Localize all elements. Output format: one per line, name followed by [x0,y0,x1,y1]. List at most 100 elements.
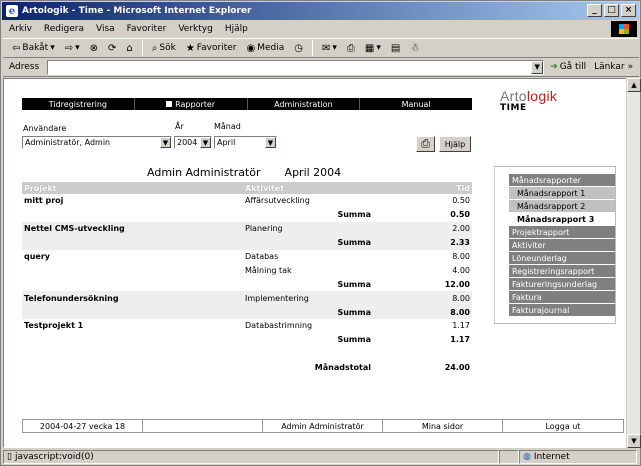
nav-administration[interactable]: Administration [248,98,361,110]
nav-rapporter[interactable]: Rapporter [135,98,248,110]
cell-sum-label: Summa [243,235,373,250]
cell-project: Telefonundersökning [22,291,243,306]
edit-button[interactable]: ▦ ▾ [362,42,384,55]
col-time: Tid [373,182,472,194]
year-label: År [175,122,184,131]
forward-button[interactable]: ⇨ ▾ [62,42,83,55]
menu-redigera[interactable]: Redigera [44,24,84,34]
mail-button[interactable]: ✉ ▾ [319,42,340,55]
address-dropdown-button[interactable]: ▼ [531,60,544,74]
chevron-down-icon: ▼ [267,138,274,147]
close-button[interactable]: × [621,4,636,17]
maximize-button[interactable]: □ [604,4,619,17]
back-button[interactable]: ⇦ Bakåt ▾ [9,42,58,55]
history-button[interactable]: ◷ [291,42,306,55]
scroll-up-button[interactable]: ▲ [627,78,641,92]
mail-icon: ✉ [321,42,331,54]
year-select[interactable]: 2004 ▼ [174,136,212,149]
cell-activity: Databastrimning [245,321,313,331]
chevron-down-icon: ▼ [162,138,169,147]
document-icon: ▤ [390,42,401,54]
table-row: mitt proj Affärsutveckling 0.50 [22,194,472,208]
refresh-button[interactable]: ⟳ [105,42,119,55]
active-square-icon [166,101,173,107]
cell-project [22,208,243,222]
user-dropdown-button[interactable]: ▼ [160,137,171,148]
discuss-button[interactable]: ▤ [388,42,403,55]
messenger-button[interactable]: ☃ [407,42,422,55]
arrow-up-icon: ▲ [631,81,637,89]
year-dropdown-button[interactable]: ▼ [200,137,211,148]
footer-logout[interactable]: Logga ut [503,420,623,432]
media-button[interactable]: ◉ Media [243,42,287,55]
sum-row: Summa 0.50 [22,208,472,222]
report-menu-item[interactable]: Månadsrapport 2 [509,200,615,213]
media-icon: ◉ [246,42,256,54]
report-menu-item[interactable]: Månadsrapporter [509,174,615,187]
report-menu-item[interactable]: Månadsrapport 3 [509,213,615,226]
menu-favoriter[interactable]: Favoriter [127,24,167,34]
cell-time: 2.00 [373,221,472,236]
report-menu-item[interactable]: Registreringsrapport [509,265,615,278]
chevron-down-icon: ▼ [202,138,209,147]
status-text: javascript:void(0) [14,452,94,462]
stop-button[interactable]: ⊗ [87,42,101,55]
table-header: Projekt Aktivitet Tid [22,182,472,194]
menu-hjalp[interactable]: Hjälp [225,24,248,34]
report-menu-item[interactable]: Projektrapport [509,226,615,239]
print-button[interactable]: ⎙ [416,136,435,152]
user-label: Användare [23,124,67,133]
table-row: query Databas 8.00 [22,250,472,264]
total-label: Månadstotal [314,363,371,373]
cell-project [22,333,243,347]
report-menu-item[interactable]: Aktiviter [509,239,615,252]
go-button[interactable]: ➜ Gå till [550,62,586,72]
report-menu: Månadsrapporter Månadsrapport 1 Månadsrapp… [509,174,615,317]
toolbar-separator [311,40,313,56]
help-button[interactable]: Hjälp [439,136,471,152]
toolbar: ⇦ Bakåt ▾ ⇨ ▾ ⊗ ⟳ ⌂ ⌕ Sök ★ Favoriter ◉ Media … [3,38,639,58]
home-button[interactable]: ⌂ [123,42,135,55]
scroll-down-button[interactable]: ▼ [627,434,641,448]
minimize-button[interactable]: _ [587,4,602,17]
month-select[interactable]: April ▼ [214,136,277,149]
report-menu-item[interactable]: Faktureringsunderlag [509,278,615,291]
print-toolbar-button[interactable]: ⎙ [344,42,358,55]
nav-tidregistrering[interactable]: Tidregistrering [22,98,135,110]
user-select[interactable]: Administratör, Admin ▼ [22,136,172,149]
table-row: Telefonundersökning Implementering 8.00 [22,291,472,306]
sum-row: Summa 2.33 [22,235,472,250]
menu-visa[interactable]: Visa [96,24,115,34]
report-menu-item[interactable]: Fakturajournal [509,304,615,317]
footer-user: Admin Administratör [263,420,383,432]
report-menu-item[interactable]: Månadsrapport 1 [509,187,615,200]
address-input[interactable]: ▼ [47,59,545,75]
report-menu-item[interactable]: Löneunderlag [509,252,615,265]
main-nav: Tidregistrering Rapporter Administration… [22,98,472,110]
sum-row: Summa 8.00 [22,305,472,320]
report-table: Projekt Aktivitet Tid mitt proj Affärsutv… [22,182,472,375]
toolbar-separator [141,40,143,56]
home-icon: ⌂ [126,42,133,54]
chevron-down-icon: ▾ [332,43,337,53]
nav-manual[interactable]: Manual [360,98,472,110]
report-person: Admin Administratör [147,166,261,179]
month-dropdown-button[interactable]: ▼ [265,137,276,148]
cell-project [22,263,243,277]
cell-activity: Planering [243,221,373,236]
cell-time: 12.00 [444,279,470,289]
menu-arkiv[interactable]: Arkiv [9,24,32,34]
report-menu-item[interactable]: Faktura [509,291,615,304]
status-zone: Internet [533,452,570,462]
menu-verktyg[interactable]: Verktyg [178,24,212,34]
footer-my-pages[interactable]: Mina sidor [383,420,503,432]
status-bar: ▯ javascript:void(0) ◍ Internet [3,449,639,465]
vertical-scrollbar[interactable]: ▲ ▼ [626,78,641,448]
links-button[interactable]: Länkar» [594,62,633,72]
title-bar: e Artologik - Time - Microsoft Internet … [2,2,639,20]
search-button[interactable]: ⌕ Sök [149,42,179,55]
favorites-button[interactable]: ★ Favoriter [183,42,240,55]
report-title: Admin Administratör April 2004 [147,166,341,179]
chevron-down-icon: ▾ [376,43,381,53]
spacer-row [22,347,472,361]
